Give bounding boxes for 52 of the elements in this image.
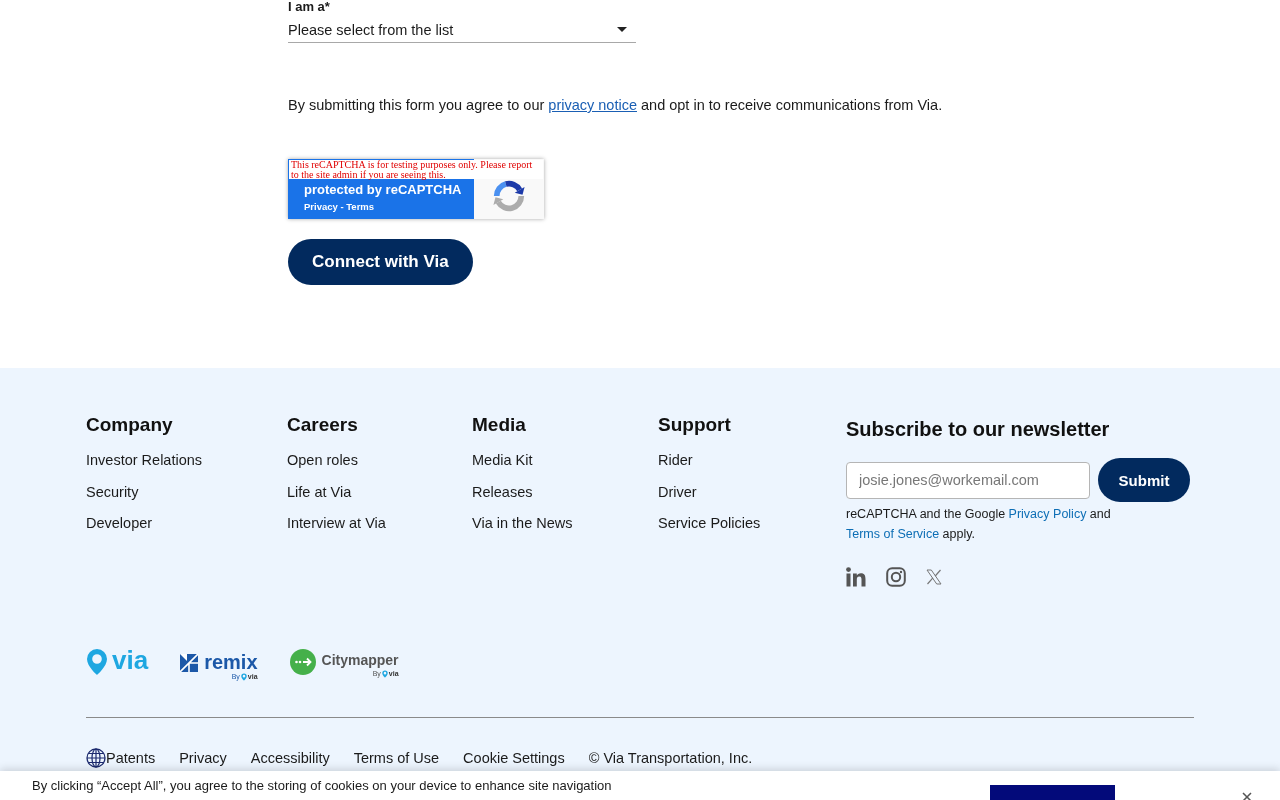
instagram-icon[interactable] [886,567,906,587]
column-heading: Media [472,414,527,436]
footer-link[interactable]: Open roles [287,450,358,470]
footer-link[interactable]: Accessibility [250,748,330,768]
globe-icon[interactable] [86,748,106,768]
pin-icon [381,670,388,678]
email-field[interactable]: josie.jones@workemail.com [846,461,1090,499]
footer-link[interactable]: Patents [106,748,156,768]
pin-icon [240,673,247,681]
footer-link[interactable]: Media Kit [472,450,533,470]
close-icon[interactable] [1242,792,1252,800]
footer-link[interactable]: Life at Via [287,481,352,502]
footer-link[interactable]: Via in the News [472,513,573,533]
square-logo-icon [180,654,199,672]
linkedin-icon[interactable] [846,567,866,587]
copyright-text: © Via Transportation, Inc. [588,749,753,768]
logo-wordmark: Citymapper [321,651,399,669]
logo-wordmark: via [112,648,149,672]
submit-button[interactable]: Submit [1098,458,1190,502]
footer-link[interactable]: Rider [658,450,693,470]
column-heading: Careers [287,414,359,436]
recaptcha-legal-text: reCAPTCHA and the Google Privacy Policy and Terms of Service apply. [846,506,1112,543]
cookie-text: By clicking “Accept All”, you agree to the storing of cookies on your device to enhance site navigation [32,778,612,793]
x-icon[interactable] [926,569,942,585]
inline-link[interactable]: privacy notice [548,97,637,113]
connect-button[interactable]: Connect with Via [288,239,473,285]
inline-link[interactable]: Privacy Policy [1008,507,1087,521]
arrow-circle-icon [289,649,316,675]
refresh-arrows-icon [491,178,527,214]
select-field[interactable]: Please select from the list [288,17,636,43]
pin-icon [86,648,108,676]
footer-link[interactable]: Cookie Settings [463,748,565,768]
footer-link[interactable]: Service Policies [658,513,761,533]
recaptcha-title: protected by reCAPTCHA [304,182,462,197]
recaptcha-links[interactable]: Privacy - Terms [304,201,375,212]
caret-icon [617,27,627,32]
footer-link[interactable]: Investor Relations [86,450,203,470]
footer-link[interactable]: Terms of Use [353,748,440,768]
footer-link[interactable]: Driver [658,481,697,502]
logo-wordmark: remix [204,653,258,672]
testing-notice: This reCAPTCHA is for testing purposes only. Please report to the site admin if you are seeing this. [289,160,543,179]
column-heading: Support [658,414,732,436]
footer-link[interactable]: Releases [472,481,533,502]
footer-link[interactable]: Interview at Via [287,513,386,533]
newsletter-heading: Subscribe to our newsletter [846,417,1111,441]
column-heading: Company [86,414,174,436]
footer-link[interactable]: Privacy [179,748,227,768]
field-label: I am a* [288,0,331,13]
footer-link[interactable]: Security [86,481,139,502]
footer-link[interactable]: Developer [86,513,153,533]
consent-text: By submitting this form you agree to our privacy notice and opt in to receive communications from Via. [288,96,944,114]
inline-link[interactable]: Terms of Service [846,527,940,541]
